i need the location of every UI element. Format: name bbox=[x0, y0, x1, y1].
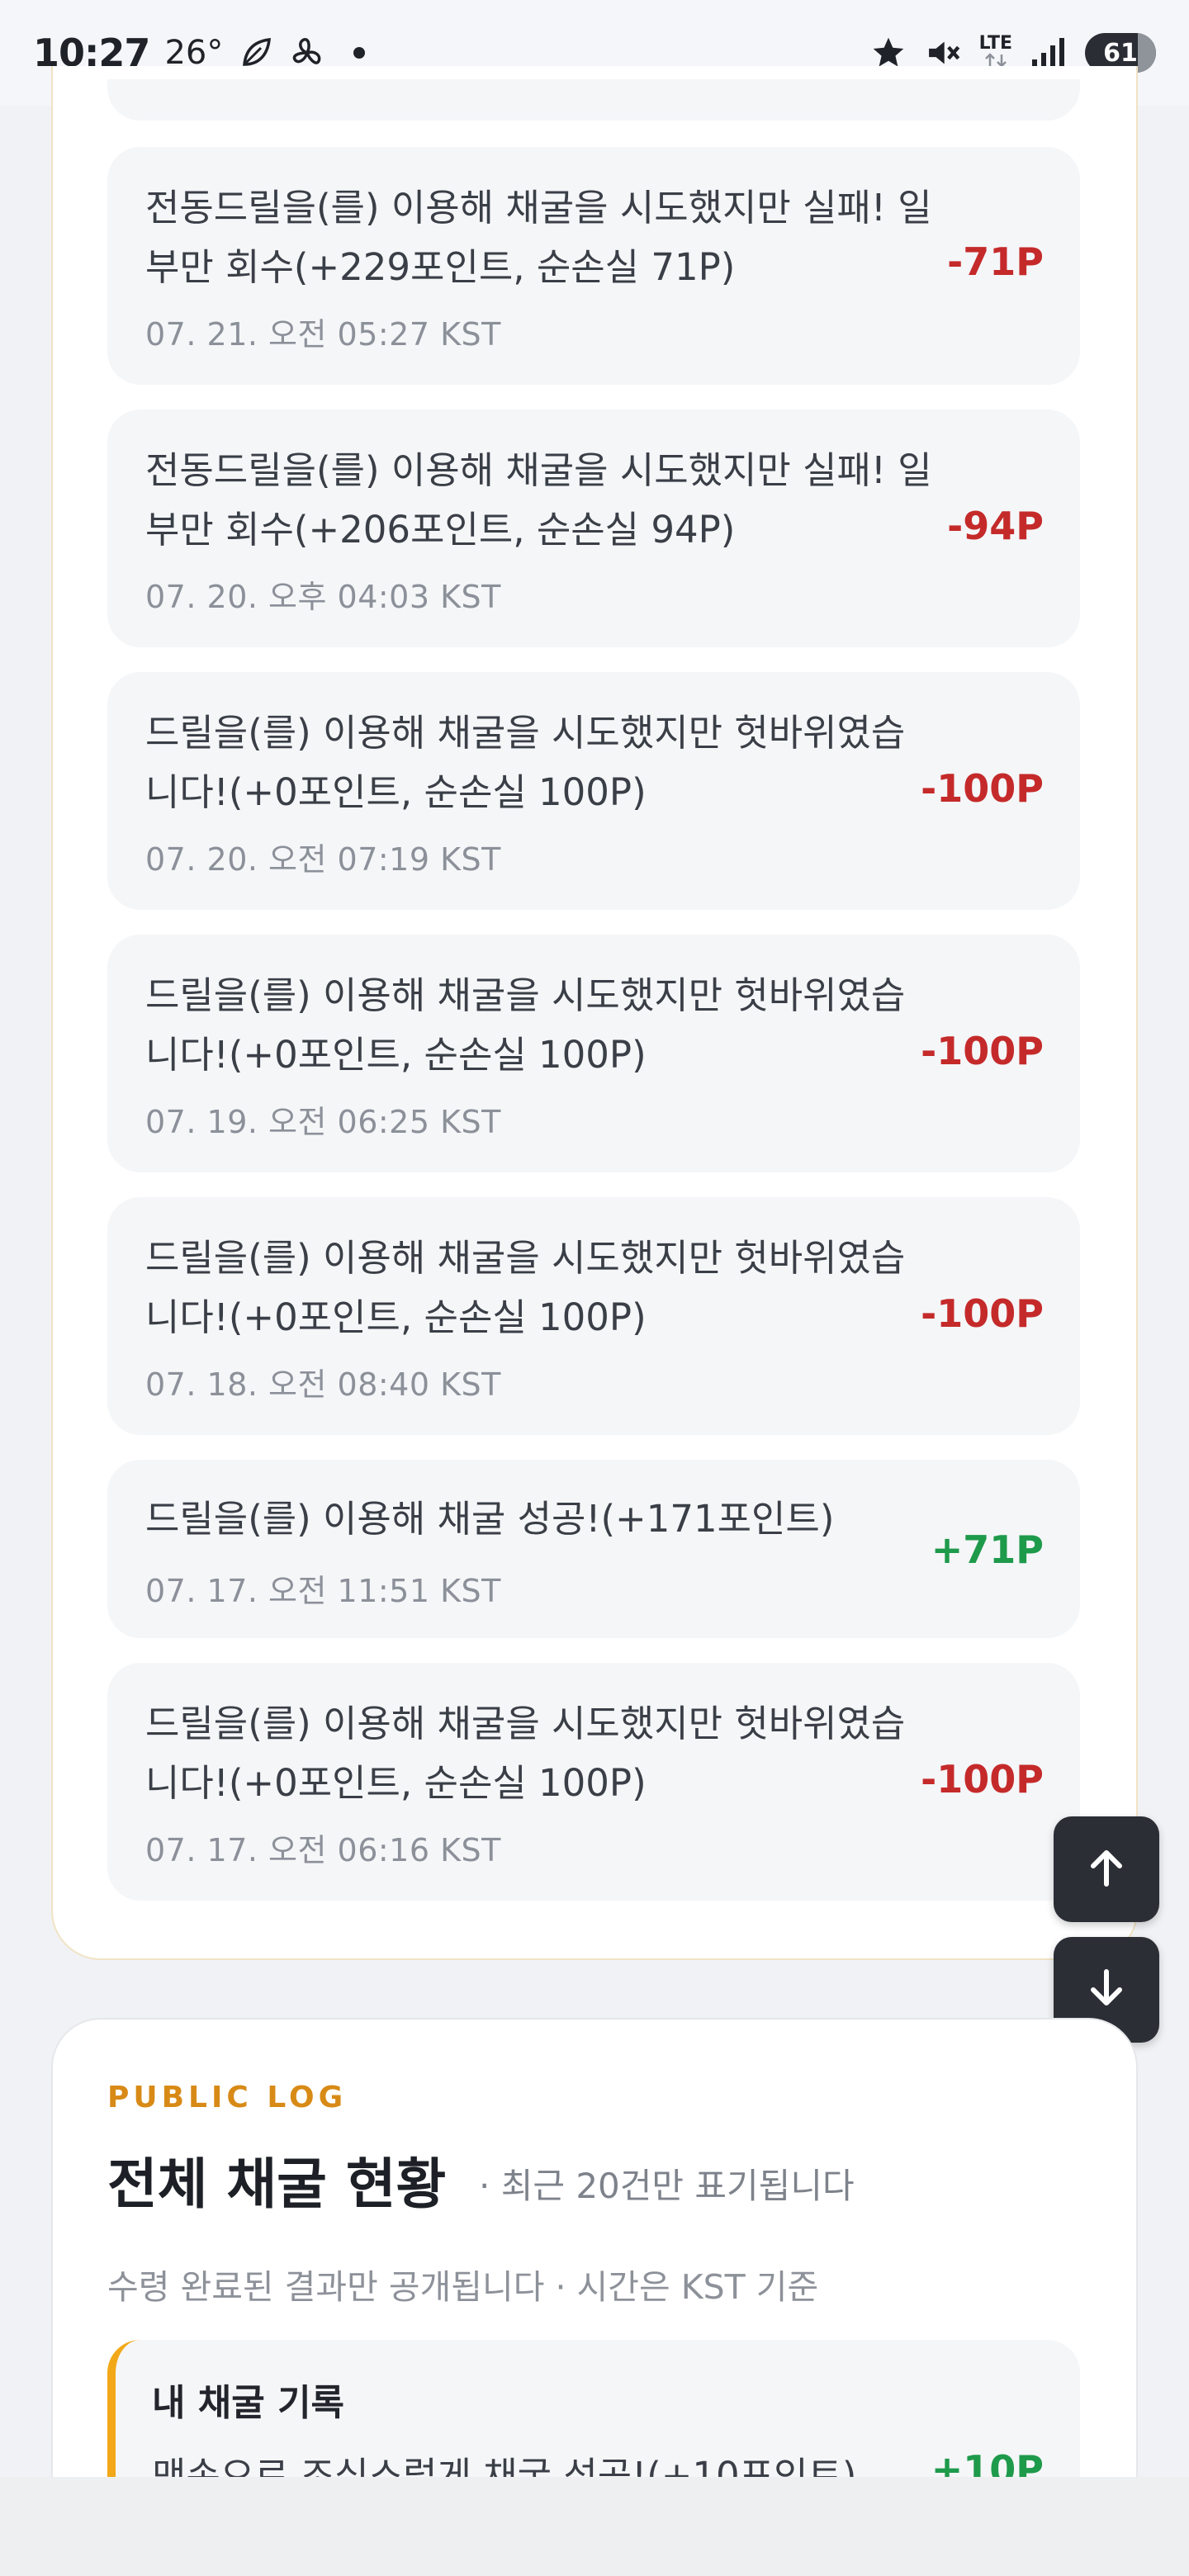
history-item: 전동드릴을(를) 이용해 채굴을 시도했지만 실패! 일부만 회수(+206포인… bbox=[107, 410, 1080, 647]
history-item-date: 07. 20. 오전 07:19 KST bbox=[145, 841, 501, 878]
history-item-date: 07. 19. 오전 06:25 KST bbox=[145, 1104, 501, 1140]
public-log-note: 수령 완료된 결과만 공개됩니다 · 시간은 KST 기준 bbox=[107, 2267, 819, 2307]
history-item-date: 07. 20. 오후 04:03 KST bbox=[145, 579, 501, 615]
history-item-amount: -71P bbox=[947, 239, 1044, 284]
history-item-description: 전동드릴을(를) 이용해 채굴을 시도했지만 실패! 일부만 회수(+229포인… bbox=[145, 186, 932, 289]
history-item: 드릴을(를) 이용해 채굴을 시도했지만 헛바위였습니다!(+0포인트, 순손실… bbox=[107, 672, 1080, 910]
previous-history-item bbox=[107, 79, 1080, 121]
history-item-date: 07. 17. 오전 06:16 KST bbox=[145, 1832, 501, 1868]
history-item-description: 드릴을(를) 이용해 채굴을 시도했지만 헛바위였습니다!(+0포인트, 순손실… bbox=[145, 711, 906, 814]
history-item-amount: -94P bbox=[947, 504, 1044, 548]
arrow-down-icon bbox=[1083, 1965, 1130, 2015]
history-item-description: 전동드릴을(를) 이용해 채굴을 시도했지만 실패! 일부만 회수(+206포인… bbox=[145, 448, 932, 552]
history-item-description: 드릴을(를) 이용해 채굴을 시도했지만 헛바위였습니다!(+0포인트, 순손실… bbox=[145, 973, 906, 1077]
history-item-description: 드릴을(를) 이용해 채굴 성공!(+171포인트) bbox=[145, 1497, 835, 1541]
history-item: 드릴을(를) 이용해 채굴을 시도했지만 헛바위였습니다!(+0포인트, 순손실… bbox=[107, 1197, 1080, 1435]
history-item: 드릴을(를) 이용해 채굴을 시도했지만 헛바위였습니다!(+0포인트, 순손실… bbox=[107, 935, 1080, 1172]
history-item-date: 07. 17. 오전 11:51 KST bbox=[145, 1573, 501, 1609]
history-item-amount: -100P bbox=[921, 1029, 1044, 1073]
notification-dot bbox=[353, 47, 366, 59]
arrow-up-icon bbox=[1083, 1844, 1130, 1894]
history-item-amount: -100P bbox=[921, 1291, 1044, 1336]
history-item-amount: -100P bbox=[921, 766, 1044, 811]
public-log-title: 전체 채굴 현황 bbox=[107, 2152, 447, 2216]
lte-label: LTE bbox=[978, 32, 1012, 54]
history-item: 드릴을(를) 이용해 채굴을 시도했지만 헛바위였습니다!(+0포인트, 순손실… bbox=[107, 1663, 1080, 1901]
battery-level: 61 bbox=[1103, 38, 1138, 68]
history-item-description: 드릴을(를) 이용해 채굴을 시도했지만 헛바위였습니다!(+0포인트, 순손실… bbox=[145, 1236, 906, 1339]
history-item-date: 07. 21. 오전 05:27 KST bbox=[145, 316, 501, 353]
scroll-to-top-button[interactable] bbox=[1054, 1816, 1159, 1922]
public-log-kicker: PUBLIC LOG bbox=[107, 2081, 348, 2114]
my-entry-label: 내 채굴 기록 bbox=[152, 2382, 345, 2424]
system-navigation-bar bbox=[0, 2477, 1189, 2576]
history-item: 드릴을(를) 이용해 채굴 성공!(+171포인트) 07. 17. 오전 11… bbox=[107, 1460, 1080, 1638]
history-item-date: 07. 18. 오전 08:40 KST bbox=[145, 1366, 501, 1403]
history-item-amount: +71P bbox=[931, 1527, 1044, 1572]
history-item: 전동드릴을(를) 이용해 채굴을 시도했지만 실패! 일부만 회수(+229포인… bbox=[107, 147, 1080, 385]
history-item-amount: -100P bbox=[921, 1757, 1044, 1802]
public-log-subtitle: · 최근 20건만 표기됩니다 bbox=[479, 2166, 855, 2206]
history-item-description: 드릴을(를) 이용해 채굴을 시도했지만 헛바위였습니다!(+0포인트, 순손실… bbox=[145, 1702, 906, 1805]
